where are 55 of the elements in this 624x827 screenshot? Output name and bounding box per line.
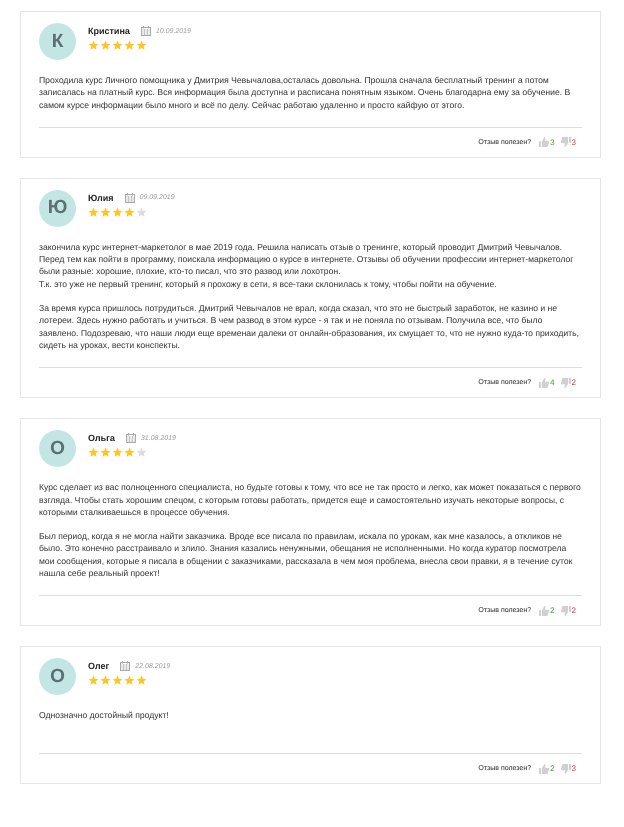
star-icon [100,447,111,458]
avatar: О [39,430,76,468]
review-text: закончила курс интернет-маркетолог в мае 2019 года. Решила написать отзыв о тренинге, который проводит Дмитрий Чевычалов. Перед тем как пойти в программу, поискала информацию о курсе в интернете. Отзывы об обучении профессии интернет-маркетолог были разные: хорошие, плохие, кто-то писал, что это развод или лохотрон. [39,240,574,278]
dislike-button[interactable]: 3 [560,764,576,774]
reviewer-name: Ольга [88,433,115,444]
calendar-icon [120,661,130,672]
review-text: Однозначно достойный продукт! [39,709,170,722]
like-button[interactable]: 2 [539,764,555,774]
like-button[interactable]: 2 [539,606,555,616]
avatar: О [39,658,76,696]
star-icon [136,675,147,686]
review-text: Проходила курс Личного помощника у Дмитрия Чевычалова,осталась довольна. Прошла сначала бесплатный тренинг а потом записалась на платный курс. Вся информация была доступна и расписана понятным языком. Очень благодарна ему за обучение. В самом курсе информации было много и всё по делу. Сейчас работаю удаленно и просто кайфую от этого. [39,74,572,111]
star-icon [100,206,111,218]
review-text: Т.к. это уже не первый тренинг, который я прохожу в сети, я все-таки склонилась к тому, чтобы пойти на обучение. [39,278,498,290]
review-text: За время курса пришлось потрудиться. Дмитрий Чевычалов не врал, когда сказал, что это не быстрый заработок, не казино и не лотереи. Здесь нужно работать и учиться. В чем развод в этом курсе - я так и не поняла по отзывам. Получила все, что было заявлено. Подозреваю, что наши люди еще временаи далеки от онлайн-образования, их смущает то, что не нужно куда-то приходить, сидеть на уроках, вести конспекты. [39,302,580,352]
star-icon [124,447,135,458]
star-icon [124,206,135,218]
review-text: Курс сделает из вас полноценного специалиста, но будьте готовы к тому, что все не так просто и легко, как может показаться с первого взгляда. Чтобы стать хорошим спецом, с которым готовы работать, придется еще и самостоятельно изучать некоторые вопросы, с которыми сталкиваешься в процессе обучения. [39,481,582,518]
avatar: К [39,23,76,60]
calendar-icon [140,26,151,36]
star-icon [100,40,111,51]
like-button[interactable]: 3 [539,137,555,148]
reviewer-name: Кристина [88,26,130,36]
star-icon [88,206,99,218]
star-icon [136,447,147,458]
thumbs-down-icon [560,378,571,388]
avatar: Ю [39,190,76,227]
like-button[interactable]: 4 [539,378,555,388]
thumbs-down-icon [560,137,571,148]
star-icon [124,40,135,51]
dislike-button[interactable]: 2 [560,606,576,616]
thumbs-down-icon [560,764,571,774]
thumbs-down-icon [560,606,571,616]
star-icon [112,447,123,458]
reviewer-name: Юлия [88,192,114,203]
star-icon [112,206,123,218]
review-text: Был период, когда я не могла найти заказчика. Вроде все писала по правилам, искала по урокам, как мне казалось, а откликов не было. Это конечно расстраивало и злило. Знания казались ненужными, обещания не исполненными. Но когда куратор посмотрела мои сообщения, которые я писала в общении с заказчиками, рассказала в чем моя проблема, внесла свои правки, я в течение суток нашла себе реальный проект! [39,530,574,580]
calendar-icon [124,192,135,203]
star-icon [112,675,123,686]
star-icon [112,40,123,51]
star-icon [136,206,147,218]
calendar-icon [126,433,136,444]
dislike-button[interactable]: 2 [560,378,576,388]
star-icon [100,675,111,686]
star-icon [124,675,135,686]
star-icon [88,675,99,686]
star-icon [88,447,99,458]
thumbs-up-icon [539,606,550,616]
thumbs-up-icon [539,378,550,388]
thumbs-up-icon [539,764,550,774]
star-icon [88,40,99,51]
thumbs-up-icon [539,137,550,148]
dislike-button[interactable]: 3 [560,137,576,148]
reviewer-name: Олег [88,661,110,672]
star-icon [136,40,147,51]
